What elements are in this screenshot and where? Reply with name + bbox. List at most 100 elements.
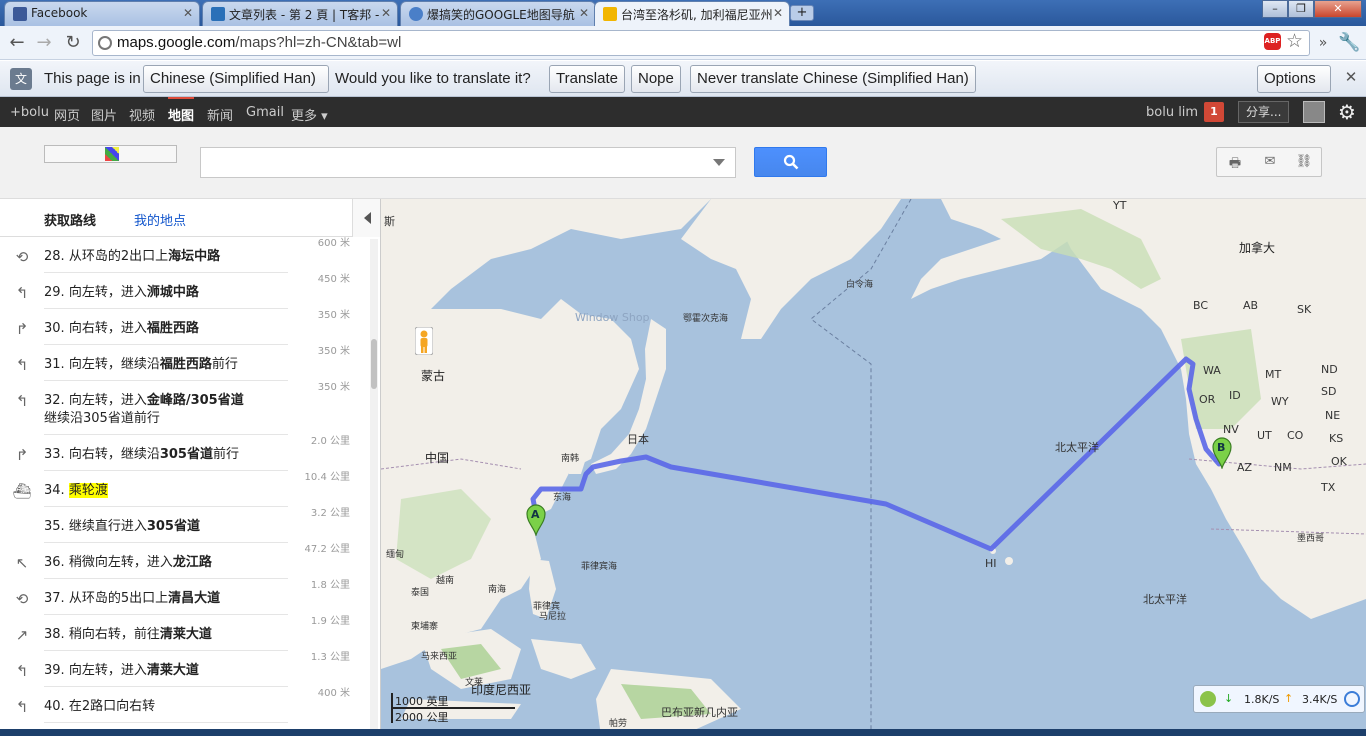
gbar-images[interactable]: 图片 — [91, 105, 117, 124]
direction-step[interactable]: ↗ 1.9 公里 38. 稍向右转，前往清莱大道 — [0, 615, 370, 651]
bookmark-star-icon[interactable]: ☆ — [1286, 30, 1303, 52]
gbar-gmail[interactable]: Gmail — [246, 105, 284, 120]
direction-step[interactable]: ↰ 400 米 40. 在2路口向右转 — [0, 687, 370, 723]
translate-button[interactable]: Translate — [549, 65, 625, 93]
network-speed-widget[interactable]: ↓ 1.8K/S ↑ 3.4K/S — [1193, 685, 1365, 713]
direction-step[interactable]: ↰ 350 米 32. 向左转，进入金峰路/305省道 继续沿305省道前行 — [0, 381, 370, 435]
upload-speed: 3.4K/S — [1302, 693, 1338, 706]
gbar-videos[interactable]: 视频 — [129, 105, 155, 124]
panel-scrollbar[interactable] — [370, 239, 378, 736]
direction-step[interactable]: ↱ 350 米 30. 向右转，进入福胜西路 — [0, 309, 370, 345]
address-bar[interactable]: maps.google.com/maps?hl=zh-CN&tab=wl — [92, 30, 1310, 56]
infobar-close-icon[interactable]: ✕ — [1340, 67, 1362, 89]
step-text: 33. 向右转，继续沿305省道前行 — [44, 446, 284, 464]
nope-button[interactable]: Nope — [631, 65, 681, 93]
map-label: 南海 — [488, 585, 507, 595]
direction-step[interactable]: ↰ 1.3 公里 39. 向左转，进入清莱大道 — [0, 651, 370, 687]
browser-toolbar: ← → ↻ maps.google.com/maps?hl=zh-CN&tab=… — [0, 26, 1366, 60]
search-input[interactable] — [200, 147, 736, 178]
download-speed: 1.8K/S — [1244, 693, 1280, 706]
direction-step[interactable]: ↖ 47.2 公里 36. 稍微向左转，进入龙江路 — [0, 543, 370, 579]
step-road-name: 金峰路/305省道 — [146, 393, 244, 408]
direction-step[interactable]: 3.2 公里 35. 继续直行进入305省道 — [0, 507, 370, 543]
step-instruction: 向右转，进入 — [68, 321, 147, 336]
never-translate-button[interactable]: Never translate Chinese (Simplified Han) — [690, 65, 976, 93]
map-canvas[interactable]: A B 斯 蒙古 中国 日本 南韩 东海 菲律宾海 南海 菲律宾 缅甸 泰国 越… — [381, 199, 1366, 736]
step-instruction: 从环岛的2出口上 — [68, 249, 169, 264]
reload-button[interactable]: ↻ — [62, 32, 84, 54]
direction-step[interactable]: ↰ 450 米 29. 向左转，进入浉城中路 — [0, 273, 370, 309]
language-select[interactable]: Chinese (Simplified Han) ▾ — [143, 65, 329, 113]
left-icon: ↰ — [15, 284, 29, 302]
left-icon: ↰ — [15, 356, 29, 374]
adblock-icon[interactable]: ABP — [1264, 33, 1281, 50]
direction-step[interactable]: ⟲ 600 米 28. 从环岛的2出口上海坛中路 — [0, 237, 370, 273]
new-tab-button[interactable]: + — [790, 5, 814, 21]
route-line[interactable] — [530, 356, 1222, 552]
panel-scrollbar-thumb[interactable] — [371, 339, 377, 389]
browser-tabstrip: Facebook ✕ 文章列表 - 第 2 頁 | T客邦 - ✕ 爆搞笑的GO… — [0, 0, 1366, 26]
gbar-plus-user[interactable]: +bolu — [10, 105, 49, 120]
map-label: 斯 — [384, 215, 395, 228]
pegman-icon[interactable] — [415, 327, 433, 355]
direction-step[interactable]: ↱ 2.0 公里 33. 向右转，继续沿305省道前行 — [0, 435, 370, 471]
tab-get-directions[interactable]: 获取路线 — [44, 210, 96, 229]
gbar-more[interactable]: 更多 ▾ — [291, 105, 328, 124]
gear-icon[interactable]: ⚙ — [1338, 100, 1356, 124]
browser-tab-facebook[interactable]: Facebook ✕ — [4, 1, 200, 26]
close-tab-icon[interactable]: ✕ — [381, 6, 391, 20]
gbar-news[interactable]: 新闻 — [207, 105, 233, 124]
os-taskbar — [0, 729, 1366, 736]
wrench-menu-icon[interactable]: 🔧 — [1338, 32, 1360, 54]
maximize-button[interactable]: ❐ — [1288, 0, 1314, 18]
close-tab-icon[interactable]: ✕ — [773, 6, 783, 20]
minimize-button[interactable]: – — [1262, 0, 1288, 18]
direction-steps-list: ⟲ 600 米 28. 从环岛的2出口上海坛中路 ↰ 450 米 29. 向左转，进入浉城… — [0, 237, 370, 723]
notification-count-badge[interactable]: 1 — [1204, 102, 1224, 122]
print-icon[interactable]: 🖶 — [1226, 154, 1244, 171]
tab-title: 台湾至洛杉矶, 加利福尼亚州 — [621, 8, 773, 22]
map-label: 中国 — [425, 451, 450, 465]
gbar-username[interactable]: bolu lim — [1146, 105, 1198, 120]
google-maps-logo[interactable] — [44, 145, 177, 163]
step-road-name: 海坛中路 — [168, 249, 221, 264]
direction-step[interactable]: ⛴ 10.4 公里 34. 乘轮渡 — [0, 471, 370, 507]
browser-tab-maps-active[interactable]: 台湾至洛杉矶, 加利福尼亚州 ✕ — [594, 1, 790, 26]
close-tab-icon[interactable]: ✕ — [579, 6, 589, 20]
search-button[interactable] — [754, 147, 827, 177]
link-icon[interactable]: ⛓ — [1295, 154, 1313, 170]
collapse-panel-button[interactable] — [352, 199, 380, 237]
browser-tab-funny-maps[interactable]: 爆搞笑的GOOGLE地图导航 ✕ — [400, 1, 596, 26]
step-text: 40. 在2路口向右转 — [44, 698, 284, 716]
tab-my-places[interactable]: 我的地点 — [134, 210, 186, 229]
avatar[interactable] — [1303, 101, 1325, 123]
forward-button[interactable]: → — [33, 32, 55, 54]
map-label: 白令海 — [846, 280, 874, 290]
map-label: 越南 — [436, 576, 455, 586]
direction-step[interactable]: ⟲ 1.8 公里 37. 从环岛的5出口上清昌大道 — [0, 579, 370, 615]
url-host: maps.google.com — [117, 34, 236, 51]
options-button[interactable]: Options ▾ — [1257, 65, 1331, 113]
step-distance: 10.4 公里 — [304, 472, 350, 483]
map-scale: 1000 英里 2000 公里 — [387, 691, 517, 725]
chevron-down-icon[interactable] — [713, 159, 725, 166]
page-info-icon[interactable] — [98, 36, 112, 50]
step-instruction: 稍微向左转，进入 — [68, 555, 173, 570]
step-text: 28. 从环岛的2出口上海坛中路 — [44, 248, 284, 266]
facebook-icon — [13, 7, 27, 21]
more-chevron-icon[interactable]: » — [1312, 32, 1334, 54]
marker-a[interactable]: A — [525, 504, 547, 536]
step-instruction: 向左转，进入 — [68, 285, 147, 300]
email-icon[interactable]: ✉ — [1261, 154, 1279, 170]
back-button[interactable]: ← — [6, 32, 28, 54]
share-button[interactable]: 分享... — [1238, 101, 1290, 123]
close-tab-icon[interactable]: ✕ — [183, 6, 193, 20]
window-close-button[interactable]: ✕ — [1314, 0, 1362, 18]
browser-tab-tkebang[interactable]: 文章列表 - 第 2 頁 | T客邦 - ✕ — [202, 1, 398, 26]
marker-b[interactable]: B — [1211, 437, 1233, 469]
gbar-maps[interactable]: 地图 — [168, 97, 195, 124]
map-label: ID — [1229, 389, 1241, 402]
direction-step[interactable]: ↰ 350 米 31. 向左转，继续沿福胜西路前行 — [0, 345, 370, 381]
right-icon: ↱ — [15, 446, 29, 464]
gbar-web[interactable]: 网页 — [54, 105, 80, 124]
